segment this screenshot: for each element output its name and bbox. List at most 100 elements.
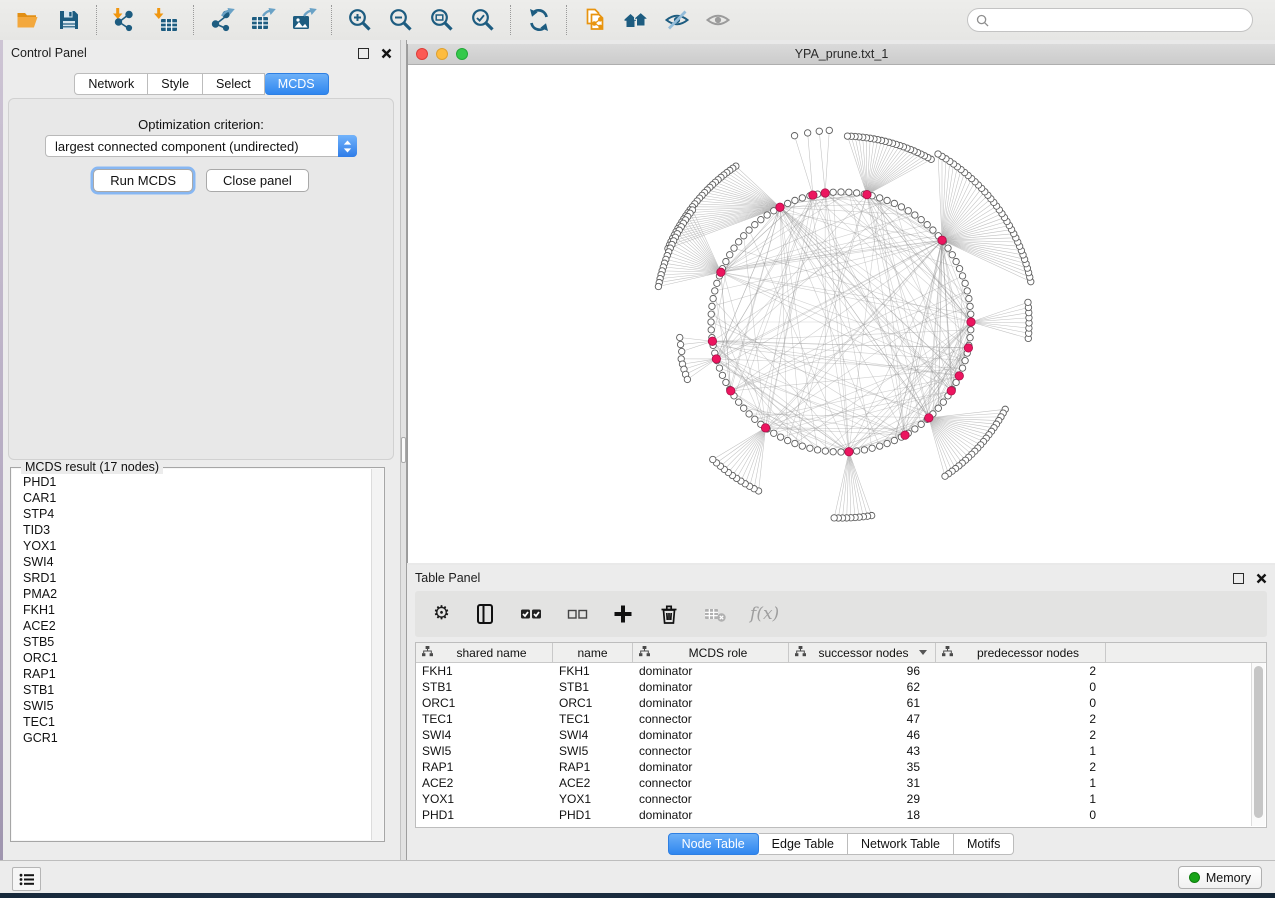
cell-MCDS-role: dominator [633,728,789,742]
cell-predecessor-nodes: 0 [936,680,1106,694]
mcds-result-item[interactable]: PHD1 [23,474,371,490]
table-row[interactable]: TEC1TEC1connector472 [416,711,1266,727]
close-panel-icon[interactable] [1256,573,1267,584]
first-neighbors-icon[interactable] [622,7,649,34]
close-panel-button[interactable]: Close panel [206,169,309,192]
table-row[interactable]: STB1STB1dominator620 [416,679,1266,695]
cell-predecessor-nodes: 0 [936,696,1106,710]
panel-splitter[interactable] [400,40,407,860]
import-table-icon[interactable] [152,7,179,34]
table-row[interactable]: SWI4SWI4dominator462 [416,727,1266,743]
tab-network[interactable]: Network [74,73,148,95]
mcds-result-item[interactable]: ACE2 [23,618,371,634]
mcds-result-item[interactable]: PMA2 [23,586,371,602]
import-network-icon[interactable] [111,7,138,34]
copy-document-icon[interactable] [581,7,608,34]
window-maximize-icon[interactable] [456,48,468,60]
network-graph[interactable] [408,65,1275,563]
mcds-result-item[interactable]: TEC1 [23,714,371,730]
hide-selected-icon[interactable] [663,7,690,34]
table-row[interactable]: YOX1YOX1connector291 [416,791,1266,807]
mcds-result-item[interactable]: RAP1 [23,666,371,682]
export-network-icon[interactable] [208,7,235,34]
mcds-result-item[interactable]: FKH1 [23,602,371,618]
column-header-shared-name[interactable]: shared name [416,643,553,662]
delete-row-icon[interactable] [658,602,680,626]
export-table-icon[interactable] [249,7,276,34]
search-field[interactable] [967,8,1253,32]
show-all-icon[interactable] [704,7,731,34]
tab-edge-table[interactable]: Edge Table [759,833,848,855]
tab-network-table[interactable]: Network Table [848,833,954,855]
column-label: name [557,646,628,660]
column-header-MCDS-role[interactable]: MCDS role [633,643,789,662]
scrollbar-thumb[interactable] [1254,666,1263,818]
close-panel-icon[interactable] [381,48,392,59]
mcds-result-item[interactable]: YOX1 [23,538,371,554]
zoom-in-icon[interactable] [346,7,373,34]
zoom-selected-icon[interactable] [469,7,496,34]
table-row[interactable]: ORC1ORC1dominator610 [416,695,1266,711]
network-window-titlebar[interactable]: YPA_prune.txt_1 [408,44,1275,65]
open-file-icon[interactable] [14,7,41,34]
cell-name: FKH1 [553,664,633,678]
search-input[interactable] [995,12,1244,28]
zoom-fit-icon[interactable] [428,7,455,34]
tab-mcds[interactable]: MCDS [265,73,329,95]
table-row[interactable]: SWI5SWI5connector431 [416,743,1266,759]
memory-button[interactable]: Memory [1178,866,1262,889]
column-header-successor-nodes[interactable]: successor nodes [789,643,936,662]
window-minimize-icon[interactable] [436,48,448,60]
add-row-icon[interactable] [612,602,634,626]
mcds-result-item[interactable]: TID3 [23,522,371,538]
mcds-result-item[interactable]: SWI4 [23,554,371,570]
table-row[interactable]: PHD1PHD1dominator180 [416,807,1266,823]
settings-gear-icon[interactable]: ⚙ [433,602,450,626]
table-panel-tabs: Node TableEdge TableNetwork TableMotifs [668,833,1015,855]
tab-node-table[interactable]: Node Table [668,833,759,855]
mcds-result-item[interactable]: ORC1 [23,650,371,666]
mcds-result-item[interactable]: SWI5 [23,698,371,714]
mcds-result-item[interactable]: STP4 [23,506,371,522]
deselect-all-checkboxes-icon[interactable] [566,602,588,626]
tab-style[interactable]: Style [148,73,203,95]
run-mcds-button[interactable]: Run MCDS [93,169,193,192]
zoom-out-icon[interactable] [387,7,414,34]
tab-motifs[interactable]: Motifs [954,833,1014,855]
table-scrollbar[interactable] [1251,663,1265,826]
network-canvas[interactable] [408,65,1275,563]
table-row[interactable]: FKH1FKH1dominator962 [416,663,1266,679]
table-row[interactable]: RAP1RAP1dominator352 [416,759,1266,775]
mcds-result-item[interactable]: CAR1 [23,490,371,506]
refresh-icon[interactable] [525,7,552,34]
table-panel-header: Table Panel [407,565,1275,591]
mcds-result-item[interactable]: GCR1 [23,730,371,746]
mcds-list-scrollbar[interactable] [371,469,383,840]
column-label: successor nodes [808,646,919,660]
mcds-result-list[interactable]: PHD1CAR1STP4TID3YOX1SWI4SRD1PMA2FKH1ACE2… [12,474,371,840]
window-close-icon[interactable] [416,48,428,60]
float-panel-icon[interactable] [358,48,369,59]
cell-predecessor-nodes: 2 [936,712,1106,726]
cell-successor-nodes: 46 [789,728,936,742]
cell-shared-name: RAP1 [416,760,553,774]
select-all-checkboxes-icon[interactable] [520,602,542,626]
column-header-name[interactable]: name [553,643,633,662]
application-window: Control Panel NetworkStyleSelectMCDS Opt… [0,0,1275,898]
panel-list-button[interactable] [12,867,41,891]
column-header-predecessor-nodes[interactable]: predecessor nodes [936,643,1106,662]
cell-shared-name: PHD1 [416,808,553,822]
mcds-result-item[interactable]: SRD1 [23,570,371,586]
table-row[interactable]: ACE2ACE2connector311 [416,775,1266,791]
optimization-criterion-select[interactable]: largest connected component (undirected) [45,135,357,157]
splitter-handle[interactable] [401,437,406,463]
float-panel-icon[interactable] [1233,573,1244,584]
tab-select[interactable]: Select [203,73,265,95]
mcds-result-item[interactable]: STB1 [23,682,371,698]
show-column-icon[interactable] [474,602,496,626]
mcds-result-item[interactable]: STB5 [23,634,371,650]
save-session-icon[interactable] [55,7,82,34]
export-image-icon[interactable] [290,7,317,34]
cell-successor-nodes: 62 [789,680,936,694]
cell-MCDS-role: connector [633,792,789,806]
